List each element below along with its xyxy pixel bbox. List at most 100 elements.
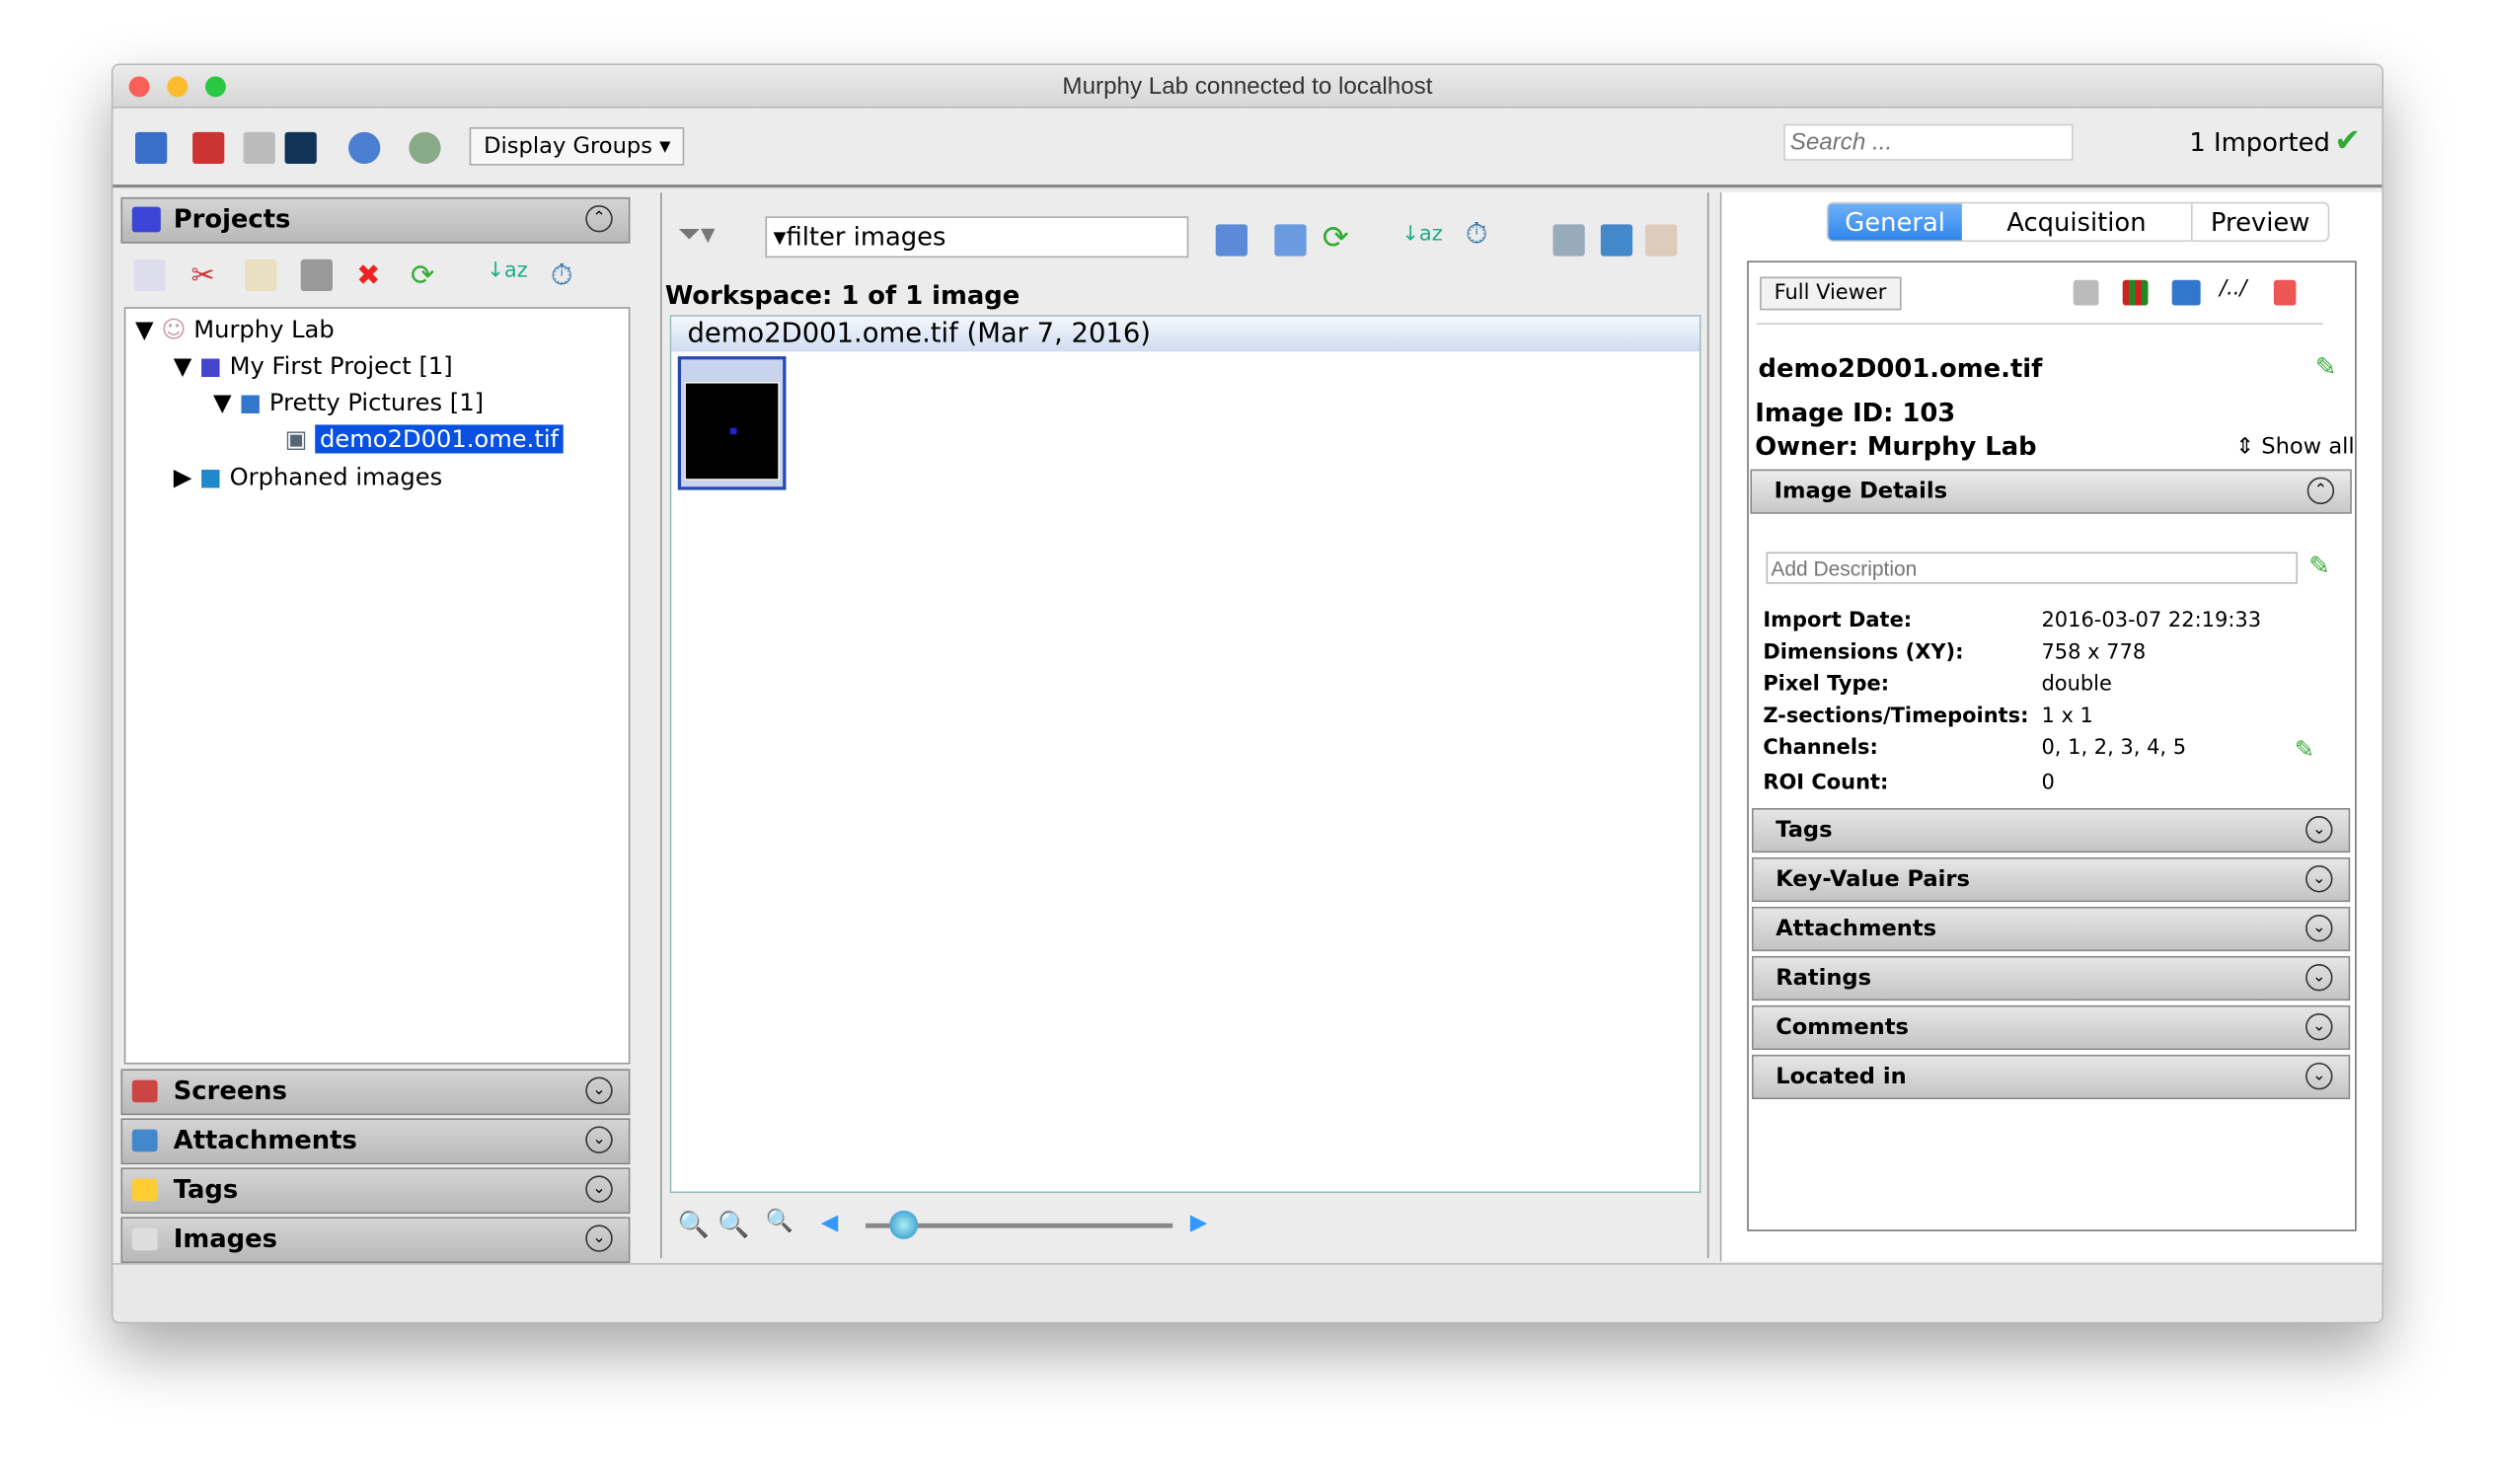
detail-row: Z-sections/Timepoints: 1 x 1 bbox=[1763, 705, 2093, 729]
general-panel: Full Viewer /../ demo2D001.ome.tif ✎ Ima… bbox=[1747, 260, 2357, 1231]
detail-row: Channels: 0, 1, 2, 3, 4, 5 ✎ bbox=[1763, 733, 2315, 765]
timer-icon[interactable]: ⏱ bbox=[551, 260, 573, 293]
arrow-left-icon[interactable]: ◀ bbox=[821, 1211, 838, 1236]
right-panel: General Acquisition Preview Full Viewer … bbox=[1719, 192, 2382, 1262]
edit-name-icon[interactable]: ✎ bbox=[2315, 351, 2337, 382]
tree-item-project[interactable]: ▼ ■ My First Project [1] bbox=[174, 348, 453, 385]
window-title: Murphy Lab connected to localhost bbox=[1062, 73, 1433, 101]
checkmark-icon: ✔ bbox=[2334, 120, 2362, 160]
imported-status[interactable]: 1 Imported bbox=[2189, 127, 2329, 158]
tree-item-user[interactable]: ▼ ☺ Murphy Lab bbox=[135, 312, 335, 348]
new-icon[interactable] bbox=[133, 259, 166, 292]
projects-header[interactable]: Projects ⌃ bbox=[120, 196, 631, 244]
left-panel: Projects ⌃ ✂ ✖ ⟳ ↓az ⏱ ▼ ☺ Murphy Lab ▼ … bbox=[120, 192, 639, 1264]
section-tags[interactable]: Tags ⌄ bbox=[1752, 807, 2351, 853]
search-input[interactable] bbox=[1783, 123, 2074, 161]
save-view-icon[interactable] bbox=[1552, 224, 1585, 257]
folder-icon bbox=[131, 206, 161, 233]
expand-icon: ⌄ bbox=[2306, 963, 2333, 992]
show-all-toggle[interactable]: ⇕ Show all bbox=[2235, 434, 2355, 460]
save-icon[interactable] bbox=[2073, 279, 2099, 306]
paste-icon[interactable] bbox=[300, 259, 333, 292]
upload-icon[interactable] bbox=[348, 131, 381, 165]
download-icon[interactable] bbox=[2273, 279, 2297, 306]
chevron-down-icon: ▾ bbox=[659, 133, 671, 160]
expand-icon: ⌄ bbox=[2306, 1012, 2333, 1041]
section-tags[interactable]: Tags ⌄ bbox=[120, 1167, 631, 1215]
detail-row: Dimensions (XY): 758 x 778 bbox=[1763, 640, 2147, 665]
image-details-header[interactable]: Image Details ⌃ bbox=[1750, 469, 2352, 514]
section-images[interactable]: Images ⌄ bbox=[120, 1217, 631, 1264]
open-with-icon[interactable] bbox=[2171, 279, 2201, 306]
copy-icon[interactable] bbox=[245, 259, 277, 292]
detail-row: Import Date: 2016-03-07 22:19:33 bbox=[1763, 609, 2262, 633]
zoom-in-icon[interactable]: 🔍 bbox=[718, 1209, 749, 1239]
image-icon: ▣ bbox=[284, 424, 308, 454]
collapse-icon[interactable]: ⌃ bbox=[585, 204, 613, 233]
section-attachments[interactable]: Attachments ⌄ bbox=[1752, 906, 2351, 952]
full-viewer-button[interactable]: Full Viewer bbox=[1760, 276, 1901, 311]
image-thumbnail[interactable] bbox=[677, 356, 787, 490]
edit-channels-icon[interactable]: ✎ bbox=[2295, 733, 2314, 765]
main-toolbar: Display Groups ▾ 1 Imported ✔ bbox=[113, 108, 2382, 188]
filter-icon[interactable]: ⏷▾ bbox=[678, 218, 716, 252]
zoom-slider-thumb[interactable] bbox=[889, 1210, 919, 1239]
filter-input[interactable]: ▾filter images bbox=[765, 216, 1189, 259]
close-button[interactable] bbox=[128, 76, 150, 98]
cut-icon[interactable]: ✂ bbox=[190, 260, 214, 293]
projects-toolbar: ✂ ✖ ⟳ ↓az ⏱ bbox=[133, 259, 627, 298]
owner: Owner: Murphy Lab bbox=[1755, 430, 2037, 462]
group-header[interactable]: demo2D001.ome.tif (Mar 7, 2016) bbox=[671, 316, 1700, 352]
title-bar: Murphy Lab connected to localhost bbox=[113, 65, 2382, 109]
data-manager-icon[interactable] bbox=[135, 131, 168, 165]
edit-icon[interactable] bbox=[1645, 224, 1678, 257]
thumbnail-view-icon[interactable] bbox=[1215, 224, 1248, 257]
delete-icon[interactable]: ✖ bbox=[356, 260, 380, 293]
tree-item-image[interactable]: ▣ demo2D001.ome.tif bbox=[285, 421, 564, 458]
tab-general[interactable]: General bbox=[1828, 203, 1962, 241]
image-grid: demo2D001.ome.tif (Mar 7, 2016) bbox=[669, 315, 1701, 1194]
tagging-icon[interactable] bbox=[192, 131, 225, 165]
scripts-icon[interactable] bbox=[409, 131, 441, 165]
channels-icon[interactable] bbox=[2122, 279, 2149, 306]
zoom-out-icon[interactable]: 🔍 bbox=[678, 1209, 710, 1239]
project-tree: ▼ ☺ Murphy Lab ▼ ■ My First Project [1] … bbox=[123, 307, 631, 1065]
zoom-fit-icon[interactable]: 🔍 bbox=[765, 1209, 793, 1234]
expand-icon: ⌄ bbox=[585, 1224, 613, 1252]
tab-preview[interactable]: Preview bbox=[2193, 203, 2328, 240]
projects-title: Projects bbox=[173, 203, 291, 234]
list-view-icon[interactable] bbox=[1274, 224, 1307, 257]
magnify-icon[interactable] bbox=[1600, 224, 1633, 257]
image-name: demo2D001.ome.tif bbox=[1758, 352, 2043, 384]
section-located-in[interactable]: Located in ⌄ bbox=[1752, 1054, 2351, 1100]
timer-icon[interactable]: ⏱ bbox=[1466, 218, 1488, 252]
section-comments[interactable]: Comments ⌄ bbox=[1752, 1004, 2351, 1051]
detail-row: Pixel Type: double bbox=[1763, 672, 2112, 698]
section-attachments[interactable]: Attachments ⌄ bbox=[120, 1118, 631, 1165]
refresh-icon[interactable]: ⟳ bbox=[411, 260, 434, 293]
zoom-button[interactable] bbox=[204, 76, 226, 98]
expand-icon: ⌄ bbox=[2306, 1062, 2333, 1090]
image-details: Import Date: 2016-03-07 22:19:33 Dimensio… bbox=[1763, 606, 2335, 800]
image-viewer-icon[interactable] bbox=[284, 131, 317, 165]
detail-row: ROI Count: 0 bbox=[1763, 771, 2055, 796]
expand-icon: ⌄ bbox=[2306, 865, 2333, 893]
image-id: Image ID: 103 bbox=[1755, 398, 1956, 428]
refresh-icon[interactable]: ⟳ bbox=[1323, 218, 1349, 257]
section-ratings[interactable]: Ratings ⌄ bbox=[1752, 955, 2351, 1002]
sort-icon[interactable]: ↓az bbox=[487, 260, 527, 283]
tree-item-orphaned[interactable]: ▶ ■ Orphaned images bbox=[174, 460, 443, 496]
tab-acquisition[interactable]: Acquisition bbox=[1962, 203, 2193, 241]
display-groups-dropdown[interactable]: Display Groups ▾ bbox=[469, 126, 686, 166]
section-key-value-pairs[interactable]: Key-Value Pairs ⌄ bbox=[1752, 856, 2351, 903]
histogram-icon[interactable]: /../ bbox=[2220, 277, 2246, 301]
sort-icon[interactable]: ↓az bbox=[1401, 223, 1442, 247]
tree-item-dataset[interactable]: ▼ ■ Pretty Pictures [1] bbox=[213, 385, 484, 421]
grid-icon[interactable] bbox=[243, 131, 275, 165]
minimize-button[interactable] bbox=[167, 76, 189, 98]
expand-icon: ⌄ bbox=[2306, 816, 2333, 844]
description-input[interactable] bbox=[1766, 552, 2299, 584]
section-screens[interactable]: Screens ⌄ bbox=[120, 1069, 631, 1116]
arrow-right-icon[interactable]: ▶ bbox=[1190, 1211, 1207, 1236]
edit-description-icon[interactable]: ✎ bbox=[2308, 551, 2330, 581]
